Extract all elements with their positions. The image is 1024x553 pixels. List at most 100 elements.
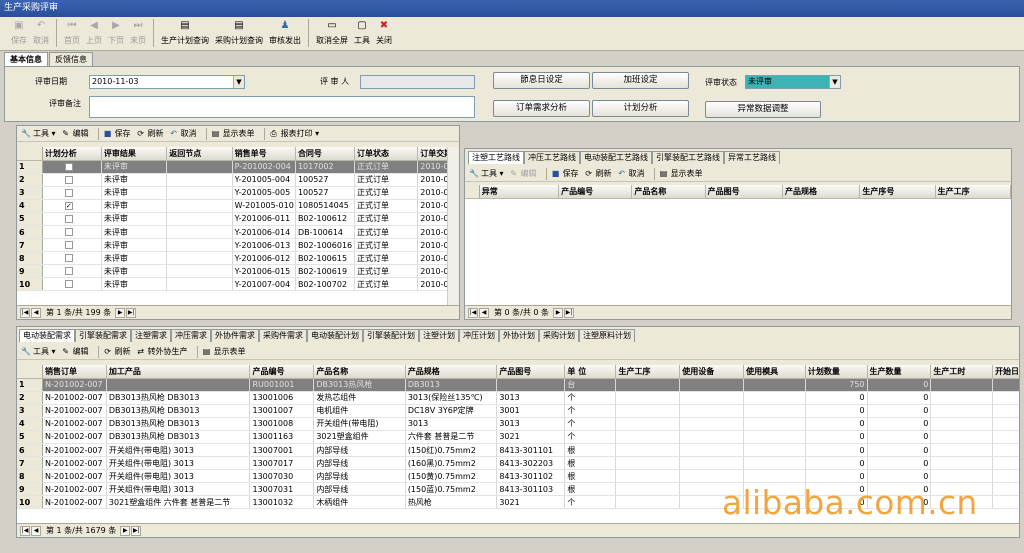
review-note-field[interactable]	[89, 96, 475, 118]
show-form-button[interactable]: ▤ 显示表单	[202, 346, 246, 357]
demand-tab[interactable]: 外协件需求	[211, 329, 259, 342]
checkbox[interactable]	[64, 254, 73, 263]
checkbox[interactable]	[64, 214, 73, 223]
table-row[interactable]: 2 未评审 Y-201005-004100527正式订单2010-06-0	[17, 173, 447, 187]
refresh-button[interactable]: ⟳ 刷新	[136, 128, 163, 139]
route-tab[interactable]: 电动装配工艺路线	[580, 151, 652, 164]
last-page-icon[interactable]: ▶|	[126, 307, 137, 318]
column-header[interactable]: 生产工序	[935, 185, 1011, 199]
plan-analysis-cell[interactable]	[42, 251, 102, 266]
route-tab[interactable]: 异常工艺路线	[724, 151, 780, 164]
exception-adjust-button[interactable]: 异常数据调整	[705, 101, 821, 118]
toolbar-button[interactable]: ▶ 下页	[105, 17, 127, 49]
prev-page-icon[interactable]: ◀	[31, 307, 41, 318]
demand-tab[interactable]: 采购件需求	[259, 329, 307, 342]
vertical-scrollbar[interactable]	[447, 147, 459, 307]
tools-menu[interactable]: 🔧 工具 ▾	[469, 168, 504, 179]
column-header[interactable]: 产品规格	[405, 365, 498, 379]
checkbox[interactable]	[64, 241, 73, 250]
table-row[interactable]: 7 N-201002-007 开关组件(带电阻) 3013 13007017 内部导线(…	[17, 456, 1019, 471]
toolbar-button[interactable]: ▣ 保存	[8, 17, 30, 49]
edit-button[interactable]: ✎ 编辑	[61, 346, 88, 357]
tools-menu[interactable]: 🔧 工具 ▾	[21, 346, 56, 357]
demand-tab[interactable]: 冲压需求	[171, 329, 211, 342]
checkbox[interactable]	[64, 162, 73, 171]
column-header[interactable]: 计划数量	[805, 365, 868, 379]
column-header[interactable]: 合同号	[295, 147, 356, 161]
prev-page-icon[interactable]: ◀	[479, 307, 489, 318]
demand-tab[interactable]: 冲压计划	[459, 329, 499, 342]
cancel-button[interactable]: ↶ 取消	[617, 168, 644, 179]
table-row[interactable]: 8 未评审 Y-201006-012B02-100615正式订单2010-06-3	[17, 251, 447, 266]
toolbar-button[interactable]: ▢ 工具	[351, 17, 373, 49]
table-row[interactable]: 3 N-201002-007 DB3013热风枪 DB3013 13001007 电机组…	[17, 404, 1019, 418]
column-header[interactable]: 订单交期	[417, 147, 447, 161]
checkbox[interactable]: ✓	[64, 201, 73, 210]
plan-analysis-button[interactable]: 计划分析	[592, 100, 689, 117]
refresh-button[interactable]: ⟳ 刷新	[584, 168, 611, 179]
review-date-field[interactable]: 2010-11-03 ▼	[89, 75, 245, 89]
column-header[interactable]: 产品规格	[782, 185, 861, 199]
column-header[interactable]: 产品编号	[249, 365, 315, 379]
plan-analysis-cell[interactable]	[42, 212, 102, 226]
column-header[interactable]: 产品名称	[631, 185, 706, 199]
edit-button[interactable]: ✎ 编辑	[61, 128, 88, 139]
toolbar-button[interactable]: ♟ 审核发出	[266, 17, 304, 49]
checkbox[interactable]	[64, 228, 73, 237]
last-page-icon[interactable]: ▶|	[131, 525, 142, 536]
show-form-button[interactable]: ▤ 显示表单	[211, 128, 255, 139]
toolbar-button[interactable]: ▤ 生产计划查询	[158, 17, 212, 49]
plan-analysis-cell[interactable]	[42, 173, 102, 187]
tab-feedback-info[interactable]: 反馈信息	[49, 52, 93, 66]
table-row[interactable]: 1 未评审 P-201002-0041017002正式订单2010-04-1	[17, 160, 447, 174]
show-form-button[interactable]: ▤ 显示表单	[659, 168, 703, 179]
next-page-icon[interactable]: ▶	[120, 525, 131, 536]
checkbox[interactable]	[64, 188, 73, 197]
checkbox[interactable]	[64, 267, 73, 276]
save-button[interactable]: ■ 保存	[103, 128, 131, 139]
column-header[interactable]: 生产工时	[930, 365, 994, 379]
table-row[interactable]: 1 N-201002-007 RU001001 DB3013热风枪 DB3013 台 750…	[17, 378, 1019, 392]
transfer-outsource-button[interactable]: ⇄ 转外协生产	[136, 346, 187, 357]
table-row[interactable]: 6 N-201002-007 开关组件(带电阻) 3013 13007001 内部导线(…	[17, 443, 1019, 458]
chevron-down-icon[interactable]: ▼	[829, 76, 840, 88]
plan-analysis-cell[interactable]	[42, 160, 102, 174]
column-header[interactable]: 销售单号	[232, 147, 296, 161]
checkbox[interactable]	[64, 175, 73, 184]
toolbar-button[interactable]: ▤ 采购计划查询	[212, 17, 266, 49]
demand-tab[interactable]: 外协计划	[499, 329, 539, 342]
table-row[interactable]: 4 ✓ 未评审 W-201005-0101080514045正式订单2010-06-1	[17, 199, 447, 213]
column-header[interactable]: 加工产品	[106, 365, 251, 379]
chevron-down-icon[interactable]: ▼	[233, 76, 244, 88]
plan-analysis-cell[interactable]	[42, 225, 102, 240]
column-header[interactable]: 生产工序	[615, 365, 681, 379]
holiday-settings-button[interactable]: 節息日设定	[493, 72, 590, 89]
demand-tab[interactable]: 采购计划	[539, 329, 579, 342]
save-button[interactable]: ■ 保存	[551, 168, 579, 179]
first-page-icon[interactable]: |◀	[20, 307, 30, 318]
plan-analysis-cell[interactable]	[42, 238, 102, 253]
status-select[interactable]: 未评审 ▼	[745, 75, 841, 89]
column-header[interactable]: 生产数量	[867, 365, 932, 379]
prev-page-icon[interactable]: ◀	[31, 525, 41, 536]
toolbar-button[interactable]: ⏮ 首页	[61, 17, 83, 49]
first-page-icon[interactable]: |◀	[468, 307, 478, 318]
column-header[interactable]: 异常	[479, 185, 560, 199]
table-row[interactable]: 8 N-201002-007 开关组件(带电阻) 3013 13007030 内部导线(…	[17, 469, 1019, 484]
table-row[interactable]: 3 未评审 Y-201005-005100527正式订单2010-06-0	[17, 186, 447, 200]
next-page-icon[interactable]: ▶	[115, 307, 126, 318]
edit-button[interactable]: ✎ 编辑	[509, 168, 536, 179]
cancel-button[interactable]: ↶ 取消	[169, 128, 196, 139]
demand-tab[interactable]: 引擎装配计划	[363, 329, 419, 342]
print-report-button[interactable]: ⎙ 报表打印 ▾	[269, 128, 319, 139]
demand-tab[interactable]: 注塑计划	[419, 329, 459, 342]
table-row[interactable]: 2 N-201002-007 DB3013热风枪 DB3013 13001006 发热芯…	[17, 391, 1019, 405]
column-header[interactable]: 产品名称	[313, 365, 406, 379]
route-tab[interactable]: 注塑工艺路线	[468, 151, 524, 164]
route-tab[interactable]: 引擎装配工艺路线	[652, 151, 724, 164]
column-header[interactable]: 订单状态	[354, 147, 419, 161]
tools-menu[interactable]: 🔧 工具 ▾	[21, 128, 56, 139]
column-header[interactable]: 计划分析	[42, 147, 102, 161]
checkbox[interactable]	[64, 280, 73, 289]
route-tab[interactable]: 冲压工艺路线	[524, 151, 580, 164]
